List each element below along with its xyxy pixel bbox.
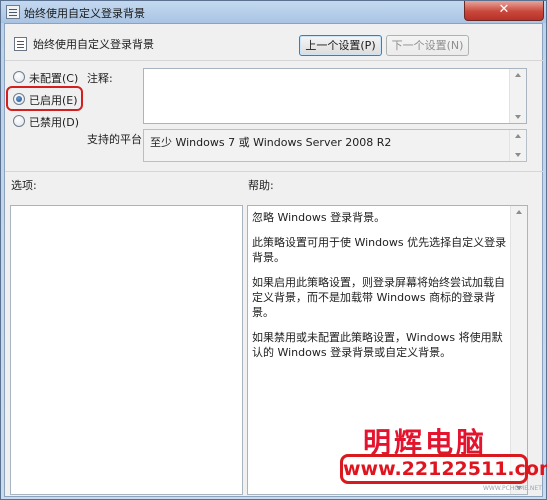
help-paragraph: 如果禁用或未配置此策略设置，Windows 将使用默认的 Windows 登录背… (252, 331, 503, 359)
help-scroll-up-icon[interactable] (516, 210, 522, 214)
platform-label: 支持的平台: (87, 133, 146, 146)
header-divider (5, 60, 544, 61)
policy-document-icon (6, 5, 20, 19)
platform-scrollbar[interactable] (509, 130, 526, 161)
policy-setting-icon (14, 37, 27, 51)
radio-not-configured-label: 未配置(C) (29, 72, 79, 85)
radio-disabled-button[interactable] (13, 115, 25, 127)
help-scrollbar[interactable] (510, 206, 527, 494)
title-bar[interactable]: 始终使用自定义登录背景 ✕ (1, 1, 546, 23)
options-section-label: 选项: (11, 179, 37, 192)
help-text: 忽略 Windows 登录背景。 此策略设置可用于使 Windows 优先选择自… (252, 210, 510, 370)
close-button[interactable]: ✕ (464, 1, 544, 21)
enabled-highlight-annotation (6, 86, 83, 111)
platform-scroll-down-icon[interactable] (515, 153, 521, 157)
options-pane (10, 205, 243, 495)
watermark-url: www.22122511.com (340, 454, 547, 484)
policy-window: 始终使用自定义登录背景 ✕ 始终使用自定义登录背景 上一个设置(P) 下一个设置… (0, 0, 547, 500)
supported-platform-field: 至少 Windows 7 或 Windows Server 2008 R2 (143, 129, 527, 162)
previous-setting-button[interactable]: 上一个设置(P) (299, 35, 382, 56)
platform-scroll-up-icon[interactable] (515, 134, 521, 138)
comment-scrollbar[interactable] (509, 69, 526, 123)
comment-label: 注释: (87, 72, 113, 85)
help-paragraph: 忽略 Windows 登录背景。 (252, 211, 386, 224)
help-section-label: 帮助: (248, 179, 274, 192)
help-paragraph: 此策略设置可用于使 Windows 优先选择自定义登录背景。 (252, 236, 507, 264)
next-setting-button[interactable]: 下一个设置(N) (386, 35, 469, 56)
window-title: 始终使用自定义登录背景 (24, 7, 145, 20)
close-icon: ✕ (498, 2, 510, 17)
comment-textarea[interactable] (143, 68, 527, 124)
policy-title: 始终使用自定义登录背景 (33, 38, 154, 51)
supported-platform-value: 至少 Windows 7 或 Windows Server 2008 R2 (150, 136, 392, 149)
scroll-down-icon[interactable] (515, 115, 521, 119)
section-divider (5, 171, 544, 172)
scroll-up-icon[interactable] (515, 73, 521, 77)
radio-disabled-label: 已禁用(D) (29, 116, 80, 129)
radio-not-configured-button[interactable] (13, 71, 25, 83)
watermark-source: WWW.PCHOME.NET (483, 485, 542, 492)
help-paragraph: 如果启用此策略设置，则登录屏幕将始终尝试加载自定义背景，而不是加载带 Windo… (252, 276, 505, 319)
